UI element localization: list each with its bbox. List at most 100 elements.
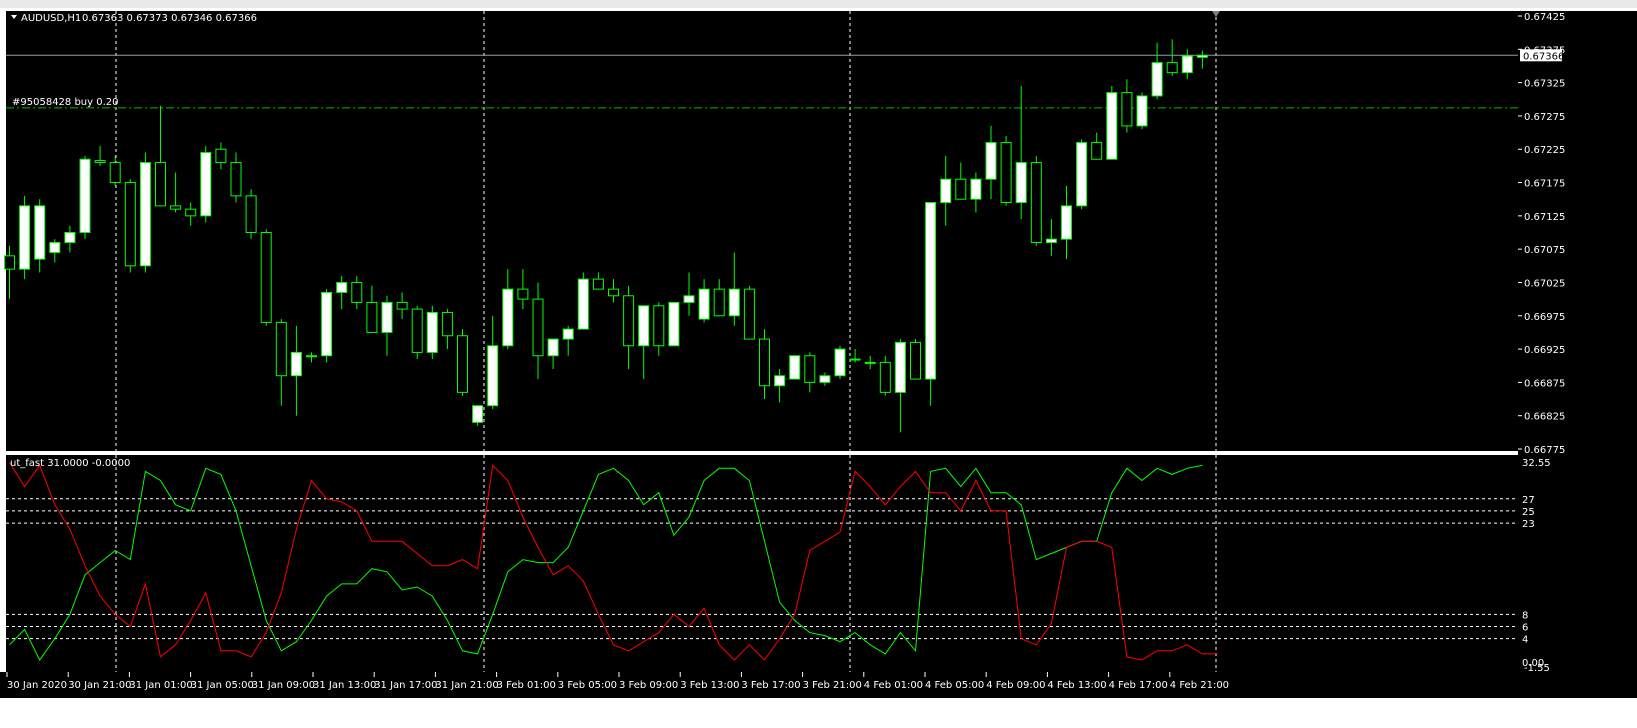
level-label: 27 bbox=[1522, 495, 1535, 506]
time-tick-label: 3 Feb 09:00 bbox=[619, 680, 678, 691]
candle-body bbox=[955, 178, 967, 200]
level-label: 23 bbox=[1522, 519, 1535, 530]
candle-body bbox=[849, 358, 861, 361]
level-label: 6 bbox=[1522, 623, 1528, 634]
level-label: 25 bbox=[1522, 507, 1535, 518]
candle-body bbox=[1000, 142, 1012, 204]
candle-body bbox=[547, 338, 559, 357]
candle-body bbox=[864, 361, 876, 364]
candle-body bbox=[894, 341, 906, 393]
candle-body bbox=[411, 308, 423, 353]
candle-body bbox=[1181, 55, 1193, 74]
candle-body bbox=[351, 281, 363, 303]
time-tick-label: 4 Feb 09:00 bbox=[986, 680, 1045, 691]
candle-body bbox=[260, 232, 272, 323]
candle-body bbox=[1151, 62, 1163, 97]
symbol-label: AUDUSD,H1 bbox=[21, 13, 81, 24]
price-tick-label: 0.67275 bbox=[1524, 112, 1565, 123]
candle-body bbox=[396, 301, 408, 310]
candle-body bbox=[683, 295, 695, 303]
candle-body bbox=[638, 305, 650, 347]
chart-area[interactable]: 0.674250.673750.673250.672750.672250.671… bbox=[0, 0, 1637, 728]
time-tick-label: 3 Feb 17:00 bbox=[741, 680, 800, 691]
candle-body bbox=[577, 278, 589, 330]
candle-body bbox=[608, 288, 619, 297]
time-tick-label: 31 Jan 05:00 bbox=[191, 680, 254, 691]
price-tick-label: 0.66875 bbox=[1524, 378, 1565, 389]
price-tick-label: 0.66825 bbox=[1524, 412, 1565, 423]
candle-body bbox=[789, 355, 801, 380]
candle-body bbox=[879, 361, 891, 393]
candle-body bbox=[668, 301, 680, 347]
indicator-sub-panel[interactable] bbox=[6, 455, 1518, 672]
candle-body bbox=[623, 295, 635, 347]
price-tick-label: 0.67225 bbox=[1524, 145, 1565, 156]
candle-body bbox=[109, 162, 121, 184]
candle-body bbox=[64, 232, 76, 243]
time-tick-label: 4 Feb 17:00 bbox=[1109, 680, 1168, 691]
indicator-label: ut_fast 31.0000 -0.0000 bbox=[10, 458, 130, 469]
candle-body bbox=[306, 355, 317, 358]
candle-body bbox=[34, 205, 46, 260]
candle-body bbox=[1106, 92, 1118, 160]
time-tick-label: 4 Feb 13:00 bbox=[1047, 680, 1106, 691]
candle-body bbox=[1015, 162, 1027, 204]
candle-body bbox=[1061, 205, 1072, 240]
price-tick-label: 0.67175 bbox=[1524, 179, 1565, 190]
candle-body bbox=[321, 291, 333, 357]
indicator-min-label: -1.55 bbox=[1524, 663, 1550, 674]
candle-body bbox=[728, 288, 740, 317]
candle-body bbox=[49, 241, 61, 253]
candle-body bbox=[562, 328, 574, 340]
time-tick-label: 3 Feb 05:00 bbox=[558, 680, 617, 691]
candle-body bbox=[457, 335, 468, 393]
candle-body bbox=[759, 338, 770, 387]
candle-body bbox=[1076, 142, 1088, 207]
candle-body bbox=[79, 158, 91, 234]
candle-body bbox=[774, 375, 786, 387]
candle-body bbox=[472, 405, 484, 423]
price-tick-label: 0.66925 bbox=[1524, 345, 1565, 356]
candle-body bbox=[985, 142, 997, 180]
order-label[interactable]: #95058428 buy 0.20 bbox=[12, 97, 119, 108]
candle-body bbox=[426, 311, 438, 353]
candle-body bbox=[230, 162, 242, 197]
candle-body bbox=[970, 178, 982, 200]
candle-body bbox=[834, 348, 846, 377]
candle-body bbox=[487, 345, 499, 407]
candle-body bbox=[215, 148, 227, 164]
candle-body bbox=[4, 255, 15, 270]
candle-body bbox=[185, 208, 197, 217]
candle-body bbox=[1045, 238, 1057, 243]
price-scale-panel[interactable] bbox=[1518, 11, 1637, 672]
candle-body bbox=[245, 195, 257, 234]
candle-body bbox=[19, 205, 31, 270]
candle-body bbox=[910, 341, 921, 380]
candle-body bbox=[1136, 95, 1148, 127]
price-tick-label: 0.67025 bbox=[1524, 278, 1565, 289]
time-tick-label: 4 Feb 21:00 bbox=[1170, 680, 1229, 691]
price-tick-label: 0.66975 bbox=[1524, 312, 1565, 323]
time-tick-label: 3 Feb 21:00 bbox=[803, 680, 862, 691]
candle-body bbox=[1121, 92, 1133, 127]
candle-body bbox=[336, 281, 348, 293]
candle-body bbox=[155, 162, 166, 207]
level-label: 4 bbox=[1522, 635, 1528, 646]
candle-body bbox=[653, 305, 665, 347]
level-label: 8 bbox=[1522, 610, 1528, 621]
time-tick-label: 4 Feb 05:00 bbox=[925, 680, 984, 691]
candle-body bbox=[698, 288, 710, 320]
price-tick-label: 0.66775 bbox=[1524, 445, 1565, 456]
time-tick-label: 4 Feb 01:00 bbox=[864, 680, 923, 691]
candle-body bbox=[139, 162, 151, 267]
candle-body bbox=[713, 288, 725, 317]
candle-body bbox=[441, 311, 453, 337]
candle-body bbox=[532, 298, 544, 357]
price-tick-label: 0.67075 bbox=[1524, 245, 1565, 256]
candle-body bbox=[819, 375, 831, 383]
time-tick-label: 31 Jan 13:00 bbox=[313, 680, 376, 691]
price-tick-label: 0.67325 bbox=[1524, 79, 1565, 90]
candle-body bbox=[366, 301, 378, 333]
candle-body bbox=[743, 288, 755, 340]
candle-body bbox=[1166, 62, 1178, 74]
